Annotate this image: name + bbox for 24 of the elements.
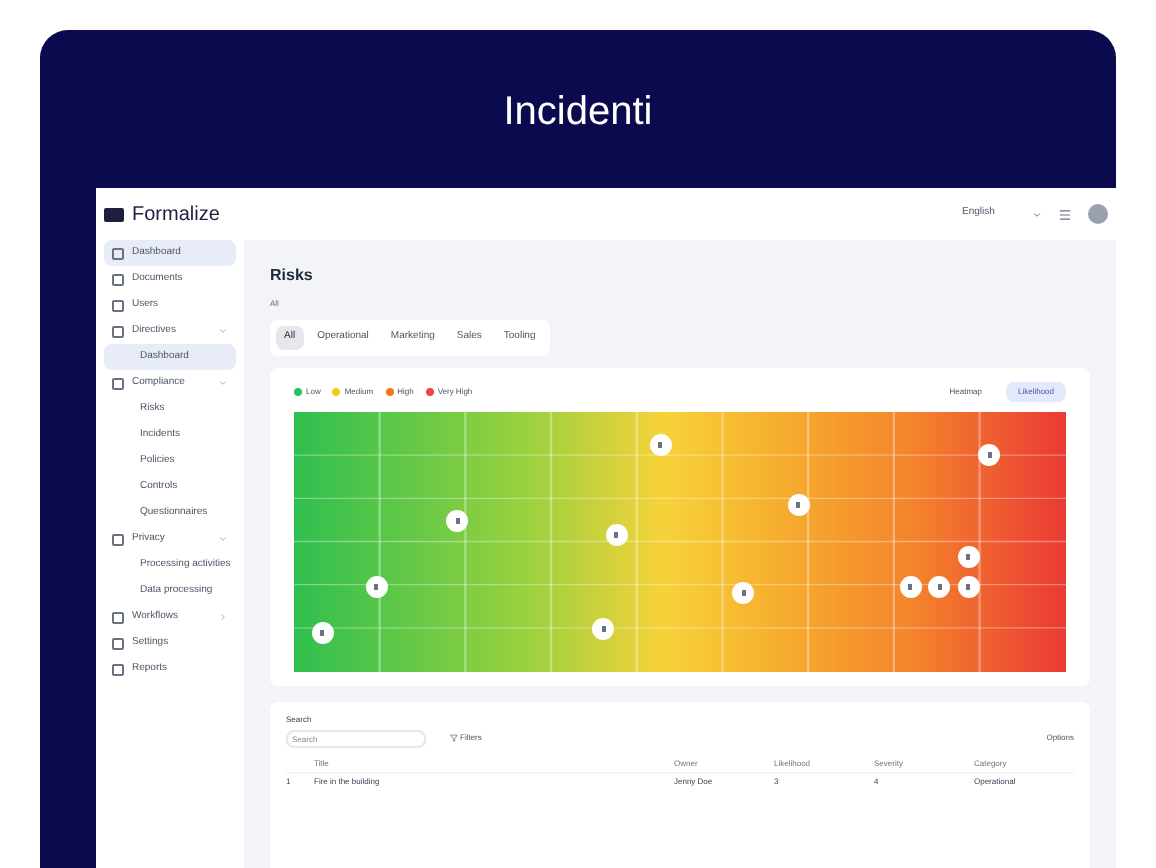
risk-marker[interactable] xyxy=(899,576,922,599)
logo-icon xyxy=(104,207,124,221)
card-title: Incidenti xyxy=(503,88,653,138)
risk-marker[interactable] xyxy=(957,576,980,599)
risk-marker[interactable] xyxy=(311,621,333,644)
risk-marker[interactable] xyxy=(732,581,755,604)
risk-marker[interactable] xyxy=(365,576,388,599)
chevron-icon xyxy=(218,612,228,622)
risk-marker[interactable] xyxy=(605,523,628,546)
avatar-icon[interactable] xyxy=(1088,204,1108,224)
risk-marker[interactable] xyxy=(787,493,810,516)
risk-marker[interactable] xyxy=(592,617,614,640)
risk-marker[interactable] xyxy=(649,433,672,456)
risk-marker[interactable] xyxy=(928,576,951,599)
risk-marker[interactable] xyxy=(957,546,980,569)
chevron-icon xyxy=(1032,209,1042,219)
risk-marker[interactable] xyxy=(978,443,1000,466)
chevron-icon xyxy=(218,378,228,388)
risk-marker[interactable] xyxy=(446,510,469,533)
filter-icon xyxy=(450,734,458,742)
chevron-icon xyxy=(218,326,228,336)
chevron-icon xyxy=(218,534,228,544)
logo-text: Formalize xyxy=(132,201,220,229)
page-title: Risks xyxy=(270,264,315,288)
